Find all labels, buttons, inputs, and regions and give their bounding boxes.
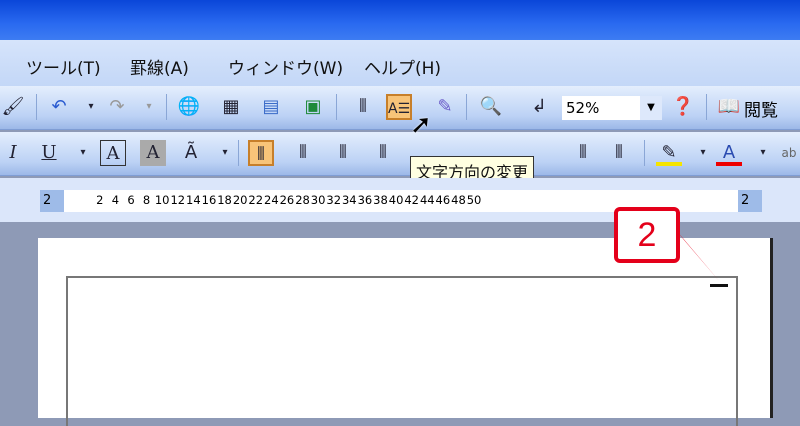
font-color-dropdown-icon[interactable]: ▾ xyxy=(750,140,776,166)
underline-dropdown-icon[interactable]: ▾ xyxy=(70,140,96,166)
document-page[interactable] xyxy=(38,238,770,426)
character-scaling-icon[interactable]: Ã xyxy=(178,140,204,166)
ruler-tick: 46 xyxy=(435,193,451,207)
zoom-input[interactable]: 52% xyxy=(562,96,640,120)
center-icon[interactable]: ⦀ xyxy=(290,140,316,166)
border-right xyxy=(736,276,738,426)
step-callout: 2 xyxy=(614,207,680,263)
redo-dropdown-icon[interactable]: ▾ xyxy=(136,94,162,120)
mouse-cursor-icon: ➚ xyxy=(410,110,432,140)
justify-bottom-icon[interactable]: ⦀ xyxy=(330,140,356,166)
menu-window[interactable]: ウィンドウ(W) xyxy=(228,54,343,79)
standard-toolbar: 🖌 ↶ ▾ ↷ ▾ 🌐 ▦ ▤ ▣ ⦀ A☰ ✎ 🔍 ↲ 52% ▼ ❓ 📖 閲… xyxy=(0,86,800,130)
help-icon[interactable]: ❓ xyxy=(670,94,696,120)
menu-help[interactable]: ヘルプ(H) xyxy=(364,54,441,79)
ruler-tick: 6 xyxy=(127,193,135,207)
ruler-ticks: 2 4 6 8 101214161820222426283032343638404244… xyxy=(92,193,482,207)
show-hide-icon[interactable]: ↲ xyxy=(526,94,552,120)
italic-icon[interactable]: I xyxy=(0,140,26,166)
scaling-dropdown-icon[interactable]: ▾ xyxy=(212,140,238,166)
hyperlink-icon[interactable]: 🌐 xyxy=(176,94,202,120)
ruler-tick: 20 xyxy=(232,193,248,207)
highlight-dropdown-icon[interactable]: ▾ xyxy=(690,140,716,166)
drawing-icon[interactable]: ✎ xyxy=(432,94,458,120)
ruler-tick: 4 xyxy=(111,193,120,207)
tables-borders-icon[interactable]: ▦ xyxy=(218,94,244,120)
menu-borders[interactable]: 罫線(A) xyxy=(130,54,189,79)
undo-icon[interactable]: ↶ xyxy=(46,94,72,120)
ruler-tick: 36 xyxy=(357,193,373,207)
ruler-right-margin: 2 xyxy=(738,190,762,212)
title-bar xyxy=(0,0,800,40)
reading-layout-button[interactable]: 閲覧 xyxy=(744,96,778,121)
format-painter-icon[interactable]: 🖌 xyxy=(0,94,26,120)
ruler-tick: 50 xyxy=(466,193,482,207)
ruler-tick: 2 xyxy=(96,193,104,207)
ruler-tick: 44 xyxy=(419,193,435,207)
menu-bar: ツール(T) 罫線(A) ウィンドウ(W) ヘルプ(H) xyxy=(0,40,800,86)
ruler-tick: 40 xyxy=(388,193,404,207)
ruler-tick: 10 xyxy=(154,193,170,207)
ruler-tick: 8 xyxy=(142,193,151,207)
ruler-tick: 34 xyxy=(341,193,357,207)
zoom-dropdown-icon[interactable]: ▼ xyxy=(640,96,662,120)
vertical-align-icon[interactable]: ⦀ xyxy=(606,140,632,166)
character-border-icon[interactable]: A xyxy=(100,140,126,166)
ruler-left-margin: 2 xyxy=(40,190,64,212)
formatting-toolbar: I U ▾ A A Ã ▾ ⦀ ⦀ ⦀ ⦀ ⦀ ⦀ ✎ ▾ A ▾ ab xyxy=(0,132,800,176)
border-left xyxy=(66,276,68,426)
distribute-icon[interactable]: ⦀ xyxy=(370,140,396,166)
ruler-tick: 16 xyxy=(201,193,217,207)
highlight-icon[interactable]: ✎ xyxy=(656,140,682,166)
border-top xyxy=(66,276,738,278)
reading-layout-icon[interactable]: 📖 xyxy=(716,94,742,120)
menu-tools[interactable]: ツール(T) xyxy=(26,54,101,79)
character-shading-icon[interactable]: A xyxy=(140,140,166,166)
line-spacing-icon[interactable]: ⦀ xyxy=(570,140,596,166)
justify-top-icon[interactable]: ⦀ xyxy=(248,140,274,166)
ruler-tick: 28 xyxy=(295,193,310,207)
ruler-tick: 30 xyxy=(310,193,326,207)
undo-dropdown-icon[interactable]: ▾ xyxy=(78,94,104,120)
insert-table-icon[interactable]: ▤ xyxy=(258,94,284,120)
ruler-tick: 26 xyxy=(279,193,295,207)
ruler-tick: 12 xyxy=(170,193,186,207)
insert-excel-icon[interactable]: ▣ xyxy=(300,94,326,120)
ruler-tick: 38 xyxy=(373,193,388,207)
ruler-tick: 18 xyxy=(217,193,232,207)
underline-icon[interactable]: U xyxy=(36,140,62,166)
redo-icon[interactable]: ↷ xyxy=(104,94,130,120)
document-map-icon[interactable]: 🔍 xyxy=(478,94,504,120)
text-direction-icon[interactable]: A☰ xyxy=(386,94,412,120)
phonetic-guide-icon[interactable]: ab xyxy=(776,140,800,166)
ruler-tick: 32 xyxy=(326,193,342,207)
font-color-icon[interactable]: A xyxy=(716,140,742,166)
ruler-tick: 48 xyxy=(451,193,466,207)
columns-icon[interactable]: ⦀ xyxy=(350,94,376,120)
ruler-tick: 22 xyxy=(248,193,264,207)
ruler-tick: 42 xyxy=(404,193,419,207)
ruler-tick: 24 xyxy=(264,193,279,207)
ruler-tick: 14 xyxy=(186,193,201,207)
